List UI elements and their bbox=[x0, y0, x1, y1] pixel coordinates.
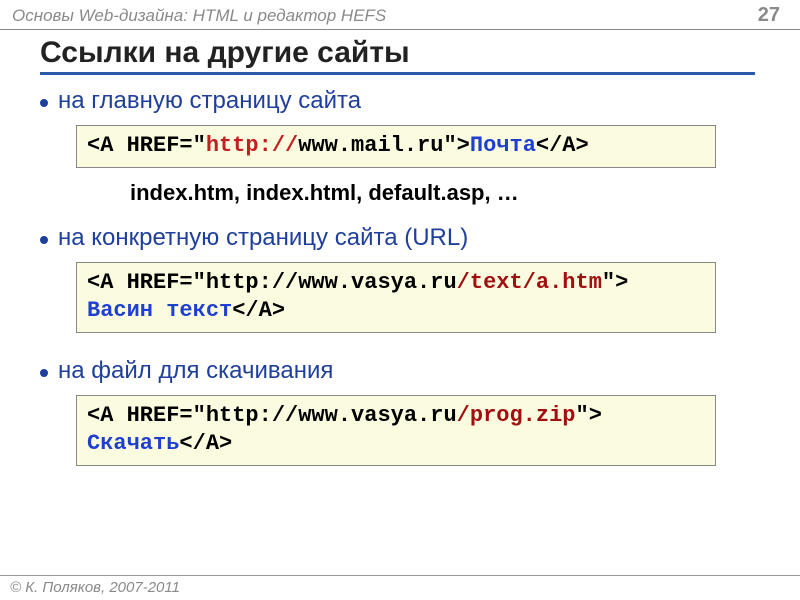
code3-p3: "> bbox=[576, 403, 602, 428]
code2-p3: "> bbox=[602, 270, 628, 295]
code2-p1: <A HREF="http://www.vasya.ru bbox=[87, 270, 457, 295]
code1-p5: </A> bbox=[536, 133, 589, 158]
code3-p1: <A HREF="http://www.vasya.ru bbox=[87, 403, 457, 428]
code3-p5: </A> bbox=[179, 431, 232, 456]
bullet-2-text: на конкретную страницу сайта (URL) bbox=[58, 224, 468, 252]
bullet-2: на конкретную страницу сайта (URL) bbox=[40, 224, 770, 252]
bullet-dot-icon bbox=[40, 99, 48, 107]
code-block-2: <A HREF="http://www.vasya.ru/text/a.htm"… bbox=[76, 262, 716, 333]
code2-linktext: Васин текст bbox=[87, 298, 232, 323]
footer-divider bbox=[0, 575, 800, 576]
code1-p3: www.mail.ru"> bbox=[298, 133, 470, 158]
bullet-3-text: на файл для скачивания bbox=[58, 357, 333, 385]
code2-path: /text/a.htm bbox=[457, 270, 602, 295]
code1-p1: <A HREF=" bbox=[87, 133, 206, 158]
copyright-footer: © К. Поляков, 2007-2011 bbox=[10, 579, 180, 596]
bullet-1-text: на главную страницу сайта bbox=[58, 87, 361, 115]
header-bar: Основы Web-дизайна: HTML и редактор HEFS… bbox=[0, 0, 800, 30]
course-title: Основы Web-дизайна: HTML и редактор HEFS bbox=[12, 6, 386, 26]
page-number: 27 bbox=[758, 4, 780, 27]
bullet-1: на главную страницу сайта bbox=[40, 87, 770, 115]
slide-content: на главную страницу сайта <A HREF="http:… bbox=[0, 75, 800, 466]
code-block-3: <A HREF="http://www.vasya.ru/prog.zip"> … bbox=[76, 395, 716, 466]
code-block-1: <A HREF="http://www.mail.ru">Почта</A> bbox=[76, 125, 716, 168]
bullet-3: на файл для скачивания bbox=[40, 357, 770, 385]
code1-protocol: http:// bbox=[206, 133, 298, 158]
code3-linktext: Скачать bbox=[87, 431, 179, 456]
code2-p5: </A> bbox=[232, 298, 285, 323]
code3-path: /prog.zip bbox=[457, 403, 576, 428]
note-default-pages: index.htm, index.html, default.asp, … bbox=[130, 180, 770, 206]
slide-title: Ссылки на другие сайты bbox=[40, 36, 755, 75]
code1-linktext: Почта bbox=[470, 133, 536, 158]
bullet-dot-icon bbox=[40, 369, 48, 377]
bullet-dot-icon bbox=[40, 236, 48, 244]
